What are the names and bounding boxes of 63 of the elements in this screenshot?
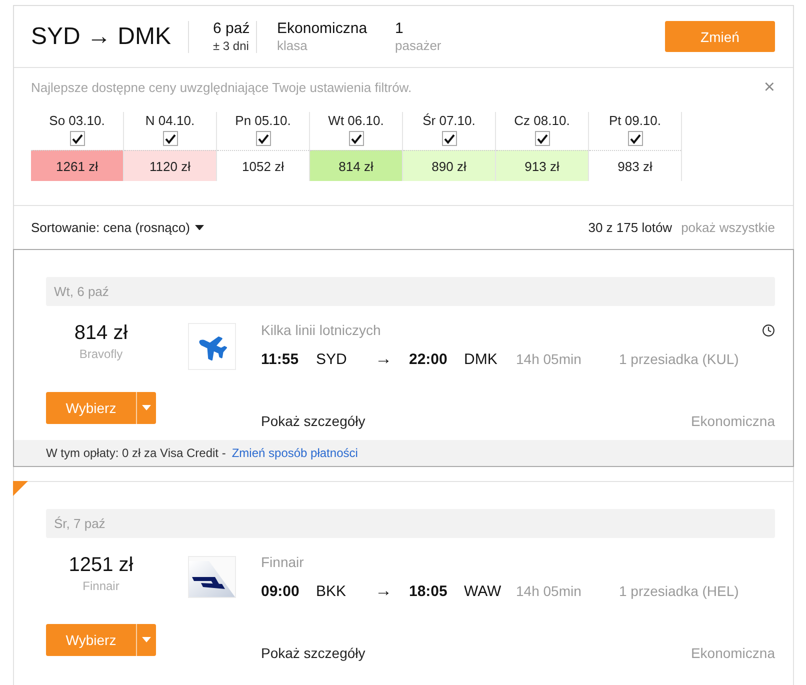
seller-name: Finnair (82, 578, 120, 594)
flight-price: 814 zł (74, 322, 128, 344)
flight-price: 1251 zł (68, 554, 134, 576)
passenger-count: 1 (395, 20, 404, 38)
checkbox[interactable] (534, 131, 550, 146)
arrival-time: 22:00 (409, 351, 448, 369)
cabin-class: Ekonomiczna (277, 20, 368, 38)
flight-duration: 14h 05min (516, 582, 582, 600)
arrival-time: 18:05 (409, 583, 448, 601)
checkbox[interactable] (162, 131, 178, 146)
date-header: Wt, 6 paź (46, 277, 775, 306)
airline-name: Kilka linii lotniczych (261, 322, 381, 338)
price-cell[interactable]: 890 zł (403, 150, 495, 181)
details-link[interactable]: Pokaż szczegóły (261, 413, 366, 430)
airport-code: SYD (316, 351, 348, 369)
day-label: Śr 07.10. (422, 113, 476, 129)
stops-info: 1 przesiadka (HEL) (619, 582, 740, 600)
checkbox[interactable] (348, 131, 364, 146)
day-label: Pt 09.10. (608, 113, 662, 129)
caret-icon (194, 224, 204, 230)
airport-code: WAW (464, 583, 502, 601)
details-link[interactable]: Pokaż szczegóły (261, 645, 366, 662)
close-button[interactable]: × (764, 79, 775, 96)
day-label: Cz 08.10. (514, 113, 570, 129)
sort-dropdown[interactable]: Sortowanie: cena (rosnąco) (31, 220, 204, 235)
arrow-symbol: → (375, 350, 393, 368)
price-cell[interactable]: 814 zł (310, 150, 402, 181)
date-value: 6 paź (213, 20, 251, 38)
arrow-symbol: → (375, 582, 393, 600)
price-cell[interactable]: 1261 zł (31, 150, 123, 181)
filter-note: Najlepsze dostępne ceny uwzględniające Twoje ustawienia filtrów. (31, 80, 412, 95)
airline-name: Finnair (261, 554, 304, 570)
cabin-label: klasa (277, 38, 308, 54)
departure-time: 11:55 (261, 351, 300, 369)
day-label: Pn 05.10. (235, 113, 291, 129)
checkbox[interactable] (70, 131, 84, 146)
day-label: So 03.10. (49, 113, 105, 129)
day-label: N 04.10. (145, 113, 195, 129)
flight-count: 30 z 175 lotów (588, 220, 672, 235)
caret-icon (142, 637, 151, 643)
caret-icon (142, 405, 151, 411)
seller-name: Bravofly (79, 346, 123, 362)
checkbox[interactable] (628, 131, 642, 146)
airport-code: DMK (464, 351, 498, 369)
plane-logo-icon (188, 323, 236, 370)
price-cell[interactable]: 913 zł (496, 150, 588, 181)
flight-duration: 14h 05min (516, 350, 582, 368)
checkbox[interactable] (256, 131, 270, 146)
cabin-class: Ekonomiczna (690, 645, 775, 662)
departure-time: 09:00 (261, 583, 300, 601)
date-header: Śr, 7 paź (46, 509, 775, 538)
day-label: Wt 06.10. (328, 113, 384, 129)
tail-logo-icon (188, 556, 236, 598)
stops-info: 1 przesiadka (KUL) (619, 350, 740, 368)
payment-method-link[interactable]: Zmień sposób płatności (232, 446, 358, 460)
airport-code: BKK (316, 583, 348, 601)
date-range: ± 3 dni (213, 38, 250, 54)
price-cell[interactable]: 1120 zł (124, 150, 216, 181)
fees-note: W tym opłaty: 0 zł za Visa Credit - Zmień sposób płatności (46, 446, 358, 460)
cabin-class: Ekonomiczna (690, 413, 775, 430)
checkbox[interactable] (442, 131, 456, 146)
route-title: SYD → DMK (31, 22, 172, 50)
passenger-label: pasażer (395, 38, 442, 54)
